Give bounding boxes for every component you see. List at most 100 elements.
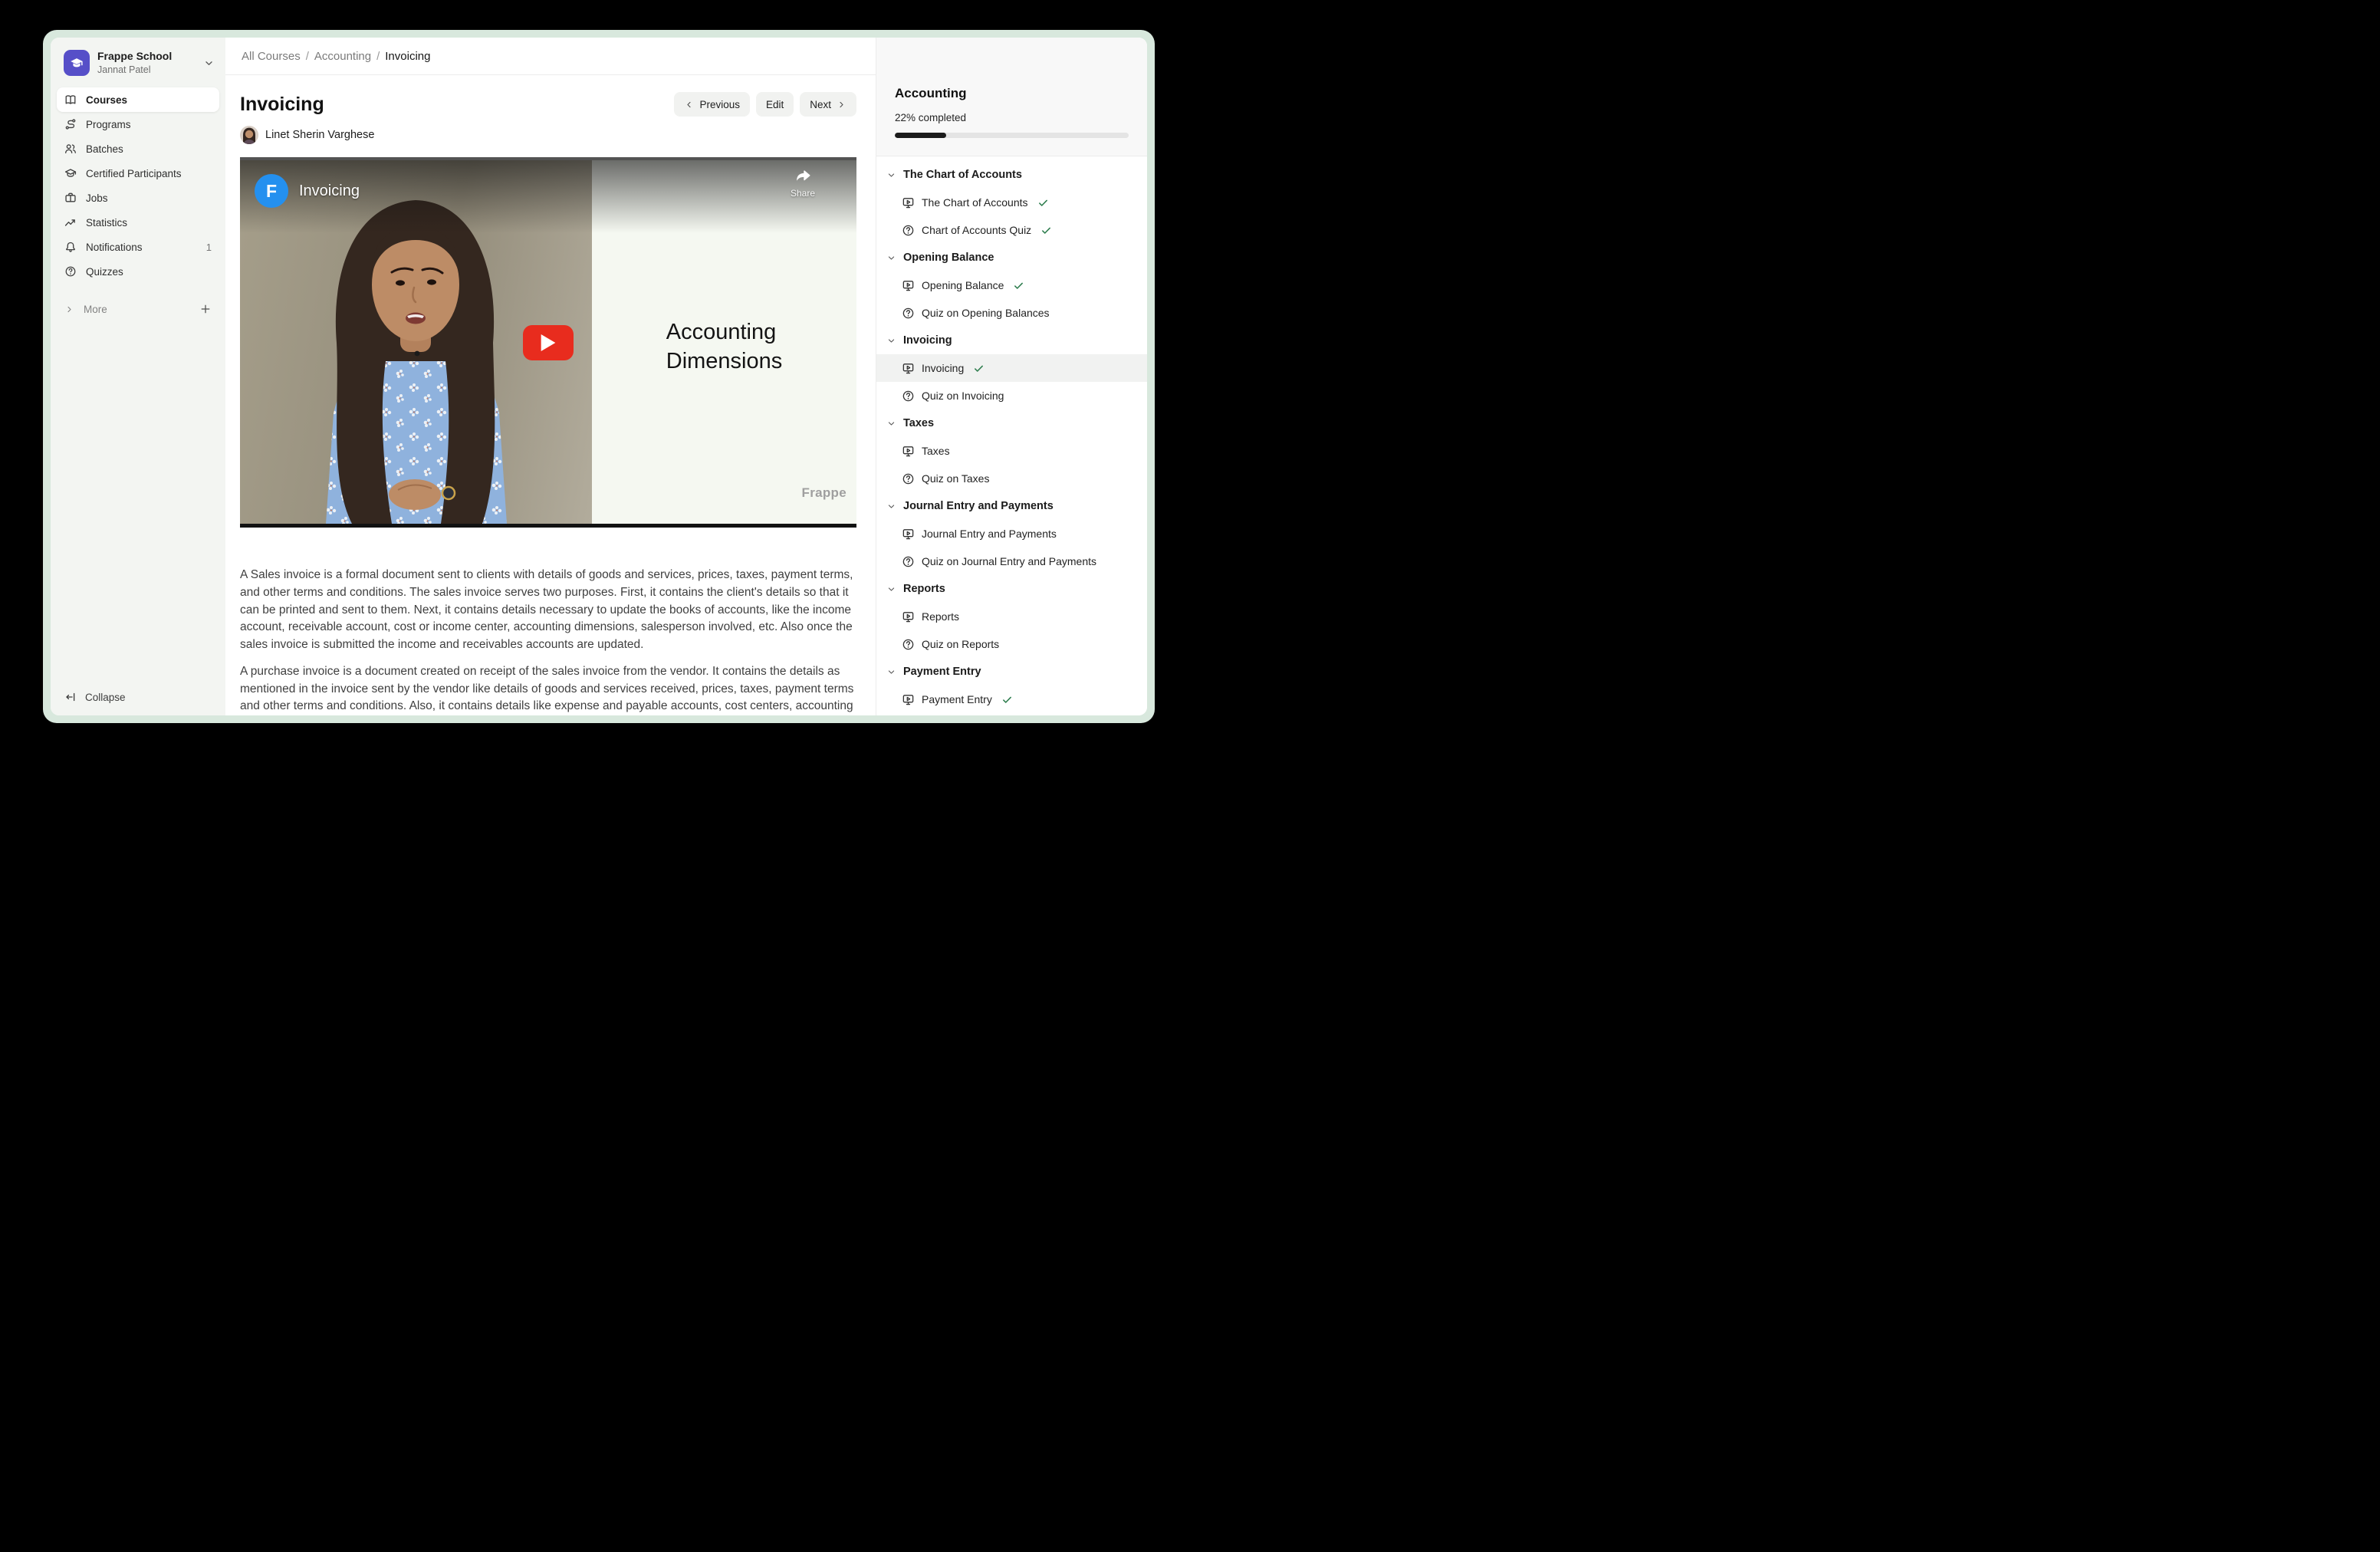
completed-check-icon [1040, 225, 1052, 236]
outline-section-opening-balance[interactable]: Opening Balance [876, 244, 1147, 271]
collapse-label: Collapse [85, 692, 126, 703]
route-icon [64, 118, 77, 130]
workspace-switcher[interactable]: Frappe School Jannat Patel [57, 50, 219, 76]
completed-check-icon [1001, 694, 1013, 705]
chevron-down-icon [886, 584, 896, 594]
chevron-down-icon [203, 58, 215, 69]
outline-lesson-quiz-on-invoicing[interactable]: Quiz on Invoicing [876, 382, 1147, 409]
outline-section-reports[interactable]: Reports [876, 575, 1147, 603]
completed-check-icon [973, 363, 985, 374]
outline-lesson-payment-entry[interactable]: Payment Entry [876, 686, 1147, 713]
video-title[interactable]: Invoicing [299, 182, 360, 200]
chevron-down-icon [886, 501, 896, 511]
share-label: Share [791, 188, 815, 199]
breadcrumb-current: Invoicing [385, 50, 430, 63]
author-name: Linet Sherin Varghese [265, 129, 374, 141]
plus-icon[interactable] [199, 303, 212, 315]
chevron-left-icon [684, 100, 694, 110]
course-title: Accounting [895, 85, 1129, 102]
outline-section-journal-entry-and-payments[interactable]: Journal Entry and Payments [876, 492, 1147, 520]
sidebar-more[interactable]: More [57, 297, 219, 321]
grad-cap-icon [64, 167, 77, 179]
progress-label: 22% completed [895, 112, 1129, 123]
completed-check-icon [1013, 280, 1024, 291]
chevron-down-icon [886, 253, 896, 263]
video-lesson-icon [902, 279, 915, 292]
outline-section-taxes[interactable]: Taxes [876, 409, 1147, 437]
left-sidebar: Frappe School Jannat Patel Courses Progr… [51, 38, 225, 715]
frappe-school-logo [64, 50, 90, 76]
video-slide: Accounting Dimensions Frappe [592, 160, 856, 524]
page-title: Invoicing [240, 93, 324, 116]
share-button[interactable]: Share [791, 166, 815, 199]
outline-section-invoicing[interactable]: Invoicing [876, 327, 1147, 354]
breadcrumb: All Courses / Accounting / Invoicing [225, 38, 876, 75]
outline-lesson-chart-of-accounts-quiz[interactable]: Chart of Accounts Quiz [876, 216, 1147, 244]
completed-check-icon [1037, 197, 1049, 209]
outline-lesson-quiz-on-taxes[interactable]: Quiz on Taxes [876, 465, 1147, 492]
sidebar-item-statistics[interactable]: Statistics [57, 210, 219, 235]
quiz-icon [902, 224, 915, 237]
outline-lesson-reports[interactable]: Reports [876, 603, 1147, 630]
outline-lesson-quiz-on-opening-balances[interactable]: Quiz on Opening Balances [876, 299, 1147, 327]
chevron-right-icon [64, 304, 74, 314]
lesson-content: Invoicing Previous Edit Next [225, 75, 876, 715]
more-label: More [84, 304, 107, 315]
trend-icon [64, 216, 77, 229]
chevron-down-icon [886, 336, 896, 346]
breadcrumb-accounting[interactable]: Accounting [314, 50, 371, 63]
video-lesson-icon [902, 445, 915, 458]
outline-lesson-quiz-on-reports[interactable]: Quiz on Reports [876, 630, 1147, 658]
outline-lesson-journal-entry-and-payments[interactable]: Journal Entry and Payments [876, 520, 1147, 547]
outline-lesson-taxes[interactable]: Taxes [876, 437, 1147, 465]
notification-count-badge: 1 [206, 242, 212, 253]
help-icon [64, 265, 77, 278]
app-window: Frappe School Jannat Patel Courses Progr… [43, 30, 1155, 723]
paragraph: A Sales invoice is a formal document sen… [240, 567, 856, 654]
quiz-icon [902, 307, 915, 320]
sidebar-item-batches[interactable]: Batches [57, 136, 219, 161]
frappe-watermark: Frappe [802, 485, 846, 501]
chevron-down-icon [886, 667, 896, 677]
previous-button[interactable]: Previous [674, 92, 750, 117]
sidebar-item-notifications[interactable]: Notifications 1 [57, 235, 219, 259]
users-icon [64, 143, 77, 155]
video-lesson-icon [902, 196, 915, 209]
video-lesson-icon [902, 610, 915, 623]
outline-lesson-opening-balance[interactable]: Opening Balance [876, 271, 1147, 299]
sidebar-item-courses[interactable]: Courses [57, 87, 219, 112]
youtube-play-button[interactable] [523, 325, 574, 360]
quiz-icon [902, 390, 915, 403]
sidebar-item-certified-participants[interactable]: Certified Participants [57, 161, 219, 186]
frappe-video-logo[interactable]: F [255, 174, 288, 208]
video-lesson-icon [902, 528, 915, 541]
briefcase-icon [64, 192, 77, 204]
course-outline: The Chart of Accounts The Chart of Accou… [876, 156, 1147, 715]
course-outline-panel: Accounting 22% completed The Chart of Ac… [876, 38, 1147, 715]
quiz-icon [902, 472, 915, 485]
lesson-text: A Sales invoice is a formal document sen… [240, 567, 856, 715]
sidebar-item-quizzes[interactable]: Quizzes [57, 259, 219, 284]
sidebar-item-programs[interactable]: Programs [57, 112, 219, 136]
app-frame: Frappe School Jannat Patel Courses Progr… [51, 38, 1147, 715]
outline-lesson-the-chart-of-accounts[interactable]: The Chart of Accounts [876, 189, 1147, 216]
avatar [240, 126, 258, 144]
sidebar-item-jobs[interactable]: Jobs [57, 186, 219, 210]
outline-lesson-invoicing[interactable]: Invoicing [876, 354, 1147, 382]
outline-lesson-quiz-on-journal-entry-and-payments[interactable]: Quiz on Journal Entry and Payments [876, 547, 1147, 575]
course-progress-bar [895, 133, 1129, 138]
breadcrumb-all-courses[interactable]: All Courses [242, 50, 301, 63]
sidebar-nav: Courses Programs Batches Certified Parti… [57, 87, 219, 284]
outline-section-payment-entry[interactable]: Payment Entry [876, 658, 1147, 686]
edit-button[interactable]: Edit [756, 92, 794, 117]
collapse-sidebar-button[interactable]: Collapse [57, 691, 219, 705]
author-row: Linet Sherin Varghese [240, 126, 856, 144]
outline-section-the-chart-of-accounts[interactable]: The Chart of Accounts [876, 161, 1147, 189]
chevron-right-icon [837, 100, 846, 110]
course-progress-fill [895, 133, 946, 138]
main-area: All Courses / Accounting / Invoicing Inv… [225, 38, 876, 715]
video-player[interactable]: Accounting Dimensions Frappe F Invoicing [240, 157, 856, 528]
book-open-icon [64, 94, 77, 106]
next-button[interactable]: Next [800, 92, 856, 117]
slide-title: Accounting Dimensions [666, 317, 783, 376]
